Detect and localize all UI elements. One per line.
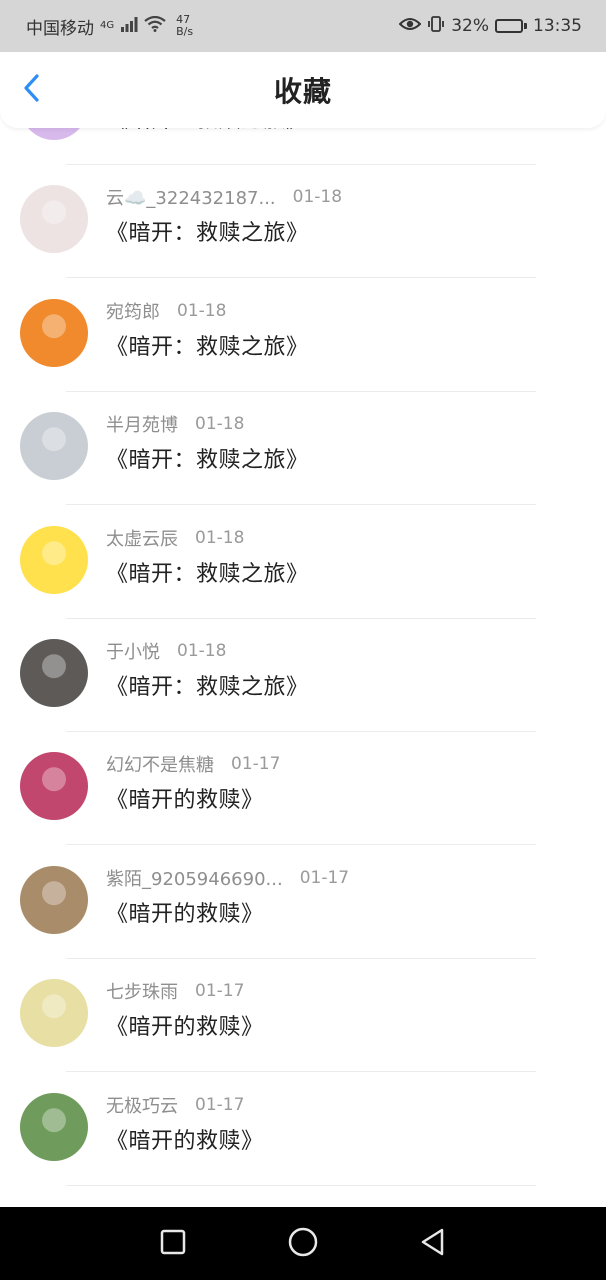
- favorite-item[interactable]: 宛筠郎 01-18 《暗开：救赎之旅》: [0, 279, 606, 392]
- status-bar: 中国移动 4G 47 B/s 32% 13:35: [0, 0, 606, 52]
- favorite-date: 01-18: [292, 187, 343, 208]
- recent-apps-button[interactable]: [108, 1207, 238, 1280]
- book-title[interactable]: 《暗开的救赎》: [106, 1009, 264, 1041]
- item-meta: 无极巧云 01-17: [106, 1092, 244, 1118]
- user-name[interactable]: 半月苑博: [106, 411, 178, 437]
- system-back-button[interactable]: [368, 1207, 498, 1280]
- favorite-date: 01-17: [299, 867, 350, 888]
- favorite-date: 01-17: [195, 1094, 245, 1115]
- item-meta: 七步珠雨 01-17: [106, 978, 244, 1004]
- circle-icon: [287, 1226, 319, 1262]
- item-meta: 于小悦 01-18: [106, 638, 226, 664]
- item-meta: 半月苑博 01-18: [106, 411, 244, 437]
- book-title[interactable]: 《暗开：救赎之旅》: [106, 556, 309, 588]
- favorite-date: 01-18: [195, 527, 245, 548]
- favorite-date: 01-18: [177, 300, 227, 321]
- avatar[interactable]: [20, 1092, 88, 1161]
- item-meta: 幻幻不是焦糖 01-17: [106, 751, 280, 777]
- item-meta: 紫陌_9205946690... 01-17: [106, 865, 349, 891]
- favorite-item[interactable]: 无极巧云 01-17 《暗开的救赎》: [0, 1073, 606, 1186]
- user-name[interactable]: 紫陌_9205946690...: [106, 865, 283, 891]
- user-name[interactable]: 无极巧云: [106, 1092, 178, 1118]
- user-name[interactable]: 于小悦: [106, 638, 160, 664]
- avatar[interactable]: [20, 185, 88, 254]
- item-meta: 宛筠郎 01-18: [106, 298, 226, 324]
- favorite-date: 01-17: [195, 981, 245, 1002]
- book-title[interactable]: 《暗开：救赎之旅》: [106, 442, 309, 474]
- battery-percent: 32%: [451, 16, 489, 36]
- book-title[interactable]: 《暗开：救赎之旅》: [106, 669, 309, 701]
- screen: 《暗开：救赎之旅》云☁️_322432187...01-18《暗开：救赎之旅》宛…: [0, 0, 606, 1280]
- header: 收藏: [0, 52, 606, 128]
- favorite-date: 01-18: [177, 641, 227, 661]
- eye-icon: [398, 16, 422, 36]
- favorite-item[interactable]: 七步珠雨 01-17 《暗开的救赎》: [0, 959, 606, 1073]
- book-title[interactable]: 《暗开的救赎》: [106, 782, 264, 814]
- user-name[interactable]: 宛筠郎: [106, 298, 160, 324]
- favorite-item[interactable]: 幻幻不是焦糖 01-17 《暗开的救赎》: [0, 732, 606, 846]
- avatar[interactable]: [20, 298, 88, 367]
- book-title[interactable]: 《暗开：救赎之旅》: [106, 329, 309, 361]
- user-name[interactable]: 七步珠雨: [106, 978, 178, 1004]
- user-name[interactable]: 太虚云辰: [106, 525, 178, 551]
- item-meta: 云☁️_322432187... 01-18: [106, 184, 342, 210]
- favorite-date: 01-18: [195, 414, 245, 435]
- avatar[interactable]: [20, 752, 88, 821]
- back-button[interactable]: [14, 72, 50, 108]
- avatar[interactable]: [20, 525, 88, 594]
- avatar[interactable]: [20, 412, 88, 481]
- page-title: 收藏: [273, 75, 332, 108]
- navigation-bar: [0, 1207, 606, 1280]
- favorite-item[interactable]: 太虚云辰 01-18 《暗开：救赎之旅》: [0, 506, 606, 619]
- user-name[interactable]: 幻幻不是焦糖: [106, 751, 214, 777]
- status-right: 32% 13:35: [398, 15, 582, 38]
- clock: 13:35: [533, 16, 582, 36]
- vibrate-icon: [427, 15, 445, 38]
- net-speed: 47 B/s: [176, 14, 193, 38]
- book-title[interactable]: 《暗开的救赎》: [106, 1123, 264, 1155]
- favorite-item[interactable]: 于小悦 01-18 《暗开：救赎之旅》: [0, 619, 606, 732]
- book-title[interactable]: 《暗开：救赎之旅》: [106, 215, 309, 247]
- status-left: 中国移动 4G 47 B/s: [26, 14, 193, 39]
- avatar[interactable]: [20, 979, 88, 1048]
- favorite-item[interactable]: 紫陌_9205946690... 01-17 《暗开的救赎》: [0, 846, 606, 959]
- network-label: 4G: [100, 19, 115, 31]
- signal-icon: [120, 16, 138, 37]
- divider: [66, 1184, 536, 1186]
- battery-icon: [495, 19, 527, 33]
- avatar[interactable]: [20, 639, 88, 707]
- wifi-icon: [144, 15, 166, 37]
- book-title[interactable]: 《暗开的救赎》: [106, 896, 264, 928]
- net-speed-unit: B/s: [176, 25, 194, 38]
- avatar[interactable]: [20, 865, 88, 934]
- favorite-item[interactable]: 半月苑博 01-18 《暗开：救赎之旅》: [0, 392, 606, 506]
- home-button[interactable]: [238, 1207, 368, 1280]
- carrier-label: 中国移动: [26, 18, 94, 39]
- item-meta: 太虚云辰 01-18: [106, 525, 244, 551]
- user-name[interactable]: 云☁️_322432187...: [106, 184, 276, 210]
- square-icon: [159, 1228, 187, 1260]
- chevron-left-icon: [22, 73, 42, 107]
- favorite-item[interactable]: 云☁️_322432187... 01-18 《暗开：救赎之旅》: [0, 165, 606, 279]
- favorite-date: 01-17: [231, 754, 281, 775]
- triangle-icon: [418, 1227, 448, 1261]
